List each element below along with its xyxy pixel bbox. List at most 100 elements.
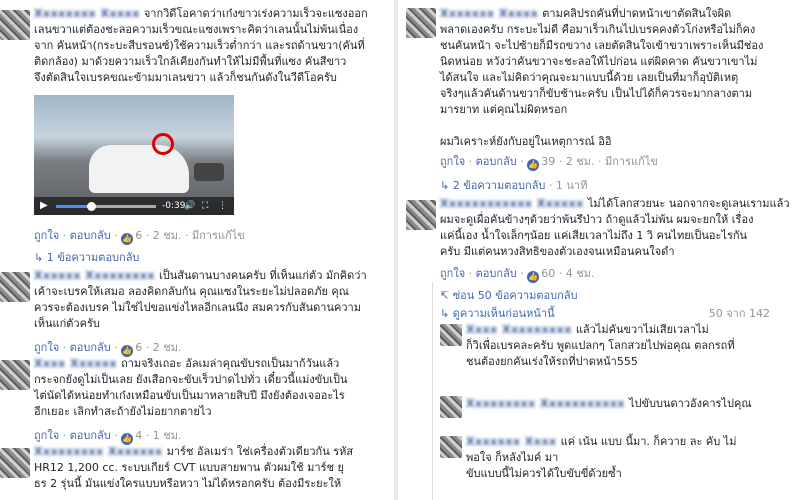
comment-author[interactable]: Xxxxxx Xxxxxxxxx	[34, 268, 155, 284]
like-link[interactable]: ถูกใจ	[34, 229, 59, 242]
comment-author[interactable]: Xxxxxxxxxxxx Xxxxxx	[440, 196, 584, 212]
comment-author[interactable]: Xxxxxxx Xxxxx	[440, 6, 538, 22]
comment-text-line: แค่นี้เอง น้ำใจเล็กๆน้อย แค่เสียเวลาไม่ถ…	[440, 229, 748, 242]
comment-text-line: กระจกยังดูไม่เป็นเลย ยังเสือกจะขับเร็วปา…	[34, 373, 348, 386]
comment-time[interactable]: 2 ชม.	[153, 229, 182, 242]
reply-text-line: แค่ เน้น แบบ นี้มา. ก็ควาย ละ คับ ไม่	[560, 435, 737, 448]
volume-icon[interactable]: 🔊	[184, 197, 195, 215]
reply-link[interactable]: ตอบกลับ	[476, 267, 517, 280]
like-icon: 👍	[527, 271, 540, 283]
video-player[interactable]: ▶ -0:39 🔊 ⛶ ⋮	[34, 95, 234, 215]
avatar[interactable]	[440, 396, 462, 418]
comment-author[interactable]: Xxxxxxxxx Xxxxxxx	[34, 444, 163, 460]
edited-label[interactable]: มีการแก้ไข	[192, 229, 245, 242]
comment-text-line: เค้าจะเบรคให้เสมอ ลองคิดกลับกัน คุณแซงใน…	[34, 285, 349, 298]
like-count[interactable]: 60	[541, 267, 555, 280]
hide-replies-link[interactable]: ↸ ซ่อน 50 ข้อความตอบกลับ	[440, 286, 578, 304]
comment-time[interactable]: 1 ชม.	[153, 429, 182, 442]
reply-thread-line	[432, 282, 433, 500]
avatar[interactable]	[406, 200, 436, 230]
comment-text-line: ได้สนใจ และไม่คิดว่าคุณจะมาแบบนี้ด้วย เล…	[440, 71, 739, 84]
comment-time[interactable]: 2 ชม.	[566, 155, 595, 168]
comment-text-line: จริงๆแล้วคันด้านขวาก็ขับช้านะครับ เป็นไป…	[440, 87, 753, 100]
like-link[interactable]: ถูกใจ	[34, 429, 59, 442]
comment-text-line: อีกเยอะ เลิกทำสะถ้ายังไม่อยากตายไว	[34, 405, 212, 418]
reply-time: 1 นาที	[555, 179, 588, 192]
collapse-arrow-icon: ↸	[440, 289, 450, 302]
video-controls: ▶ -0:39 🔊 ⛶ ⋮	[34, 197, 234, 215]
comment-text-line: ตามคลิปรถคันที่ปาดหน้าเขาตัดสินใจผิด	[542, 7, 732, 20]
comment-text-line: ถามจริงเถอะ อัลเมล่าคุณขับรถเป็นมาก้วันแ…	[121, 357, 340, 370]
avatar[interactable]	[0, 10, 30, 40]
video-frame-car	[89, 145, 189, 193]
avatar[interactable]	[440, 436, 462, 458]
reply-link[interactable]: ตอบกลับ	[70, 229, 111, 242]
comment-text-line: ควรจะต้องเบรค ไม่ใช่ไปขอแข่งไหลอีกเลนนึง…	[34, 301, 361, 314]
comment-actions: ถูกใจ · ตอบกลับ · 👍 39 · 2 ชม. · มีการแก้…	[440, 155, 658, 171]
video-progress-track[interactable]	[56, 202, 156, 211]
comment-text-line: ติดกล้อง) มาด้วยความเร็วใกล้เคียงกันทำให…	[34, 55, 347, 68]
reply-text-line: ชนต้องยกคันเร่งให้รถที่ปาดหน้า555	[466, 355, 638, 368]
comment-text-line: มาร์ช อัลเมร่า ใช่เครื่องตัวเดียวกัน รหั…	[166, 445, 354, 458]
comment-text-line: มารยาท แต่คุณไม่ผิดหรอก	[440, 103, 568, 116]
fullscreen-icon[interactable]: ⛶	[202, 197, 208, 215]
comment-text-line: ครับ มีแต่คนหวงสิทธิของตัวเองจนเหมือนคนใ…	[440, 245, 675, 258]
comment-text-line: จากวิดีโอคาดว่าเก๋งขาวเร่งความเร็วจะแซงอ…	[143, 7, 368, 20]
video-progress-fill	[56, 205, 91, 208]
avatar[interactable]	[406, 8, 436, 38]
like-link[interactable]: ถูกใจ	[34, 341, 59, 354]
comment-actions: ถูกใจ · ตอบกลับ · 👍 6 · 2 ชม. · มีการแก้ไ…	[34, 229, 245, 245]
comment-text-line: เห็นแก่ตัวครับ	[34, 317, 100, 330]
reply-author[interactable]: Xxxx Xxxxxxxxx	[466, 322, 572, 338]
like-count[interactable]: 4	[135, 429, 142, 442]
reply-text-line: ไปขับบนดาวอังคารไปคุณ	[629, 397, 752, 410]
comment-text-line: นิดหน่อย หวังว่าคันขวาจะชะลอให้ไปก่อน แต…	[440, 55, 758, 68]
video-frame-marker	[152, 133, 174, 155]
reply-link[interactable]: ตอบกลับ	[70, 341, 111, 354]
view-replies-link[interactable]: ↳ 2 ข้อความตอบกลับ · 1 นาที	[440, 176, 587, 194]
comment-text-line: พลาดเองครับ กระบะไม่ดี คือมาเร็วเกินไปเบ…	[440, 23, 756, 36]
more-options-icon[interactable]: ⋮	[218, 197, 227, 215]
avatar[interactable]	[0, 360, 30, 390]
like-icon: 👍	[527, 159, 540, 171]
comment-text-line: ไม่ได้โลกสวยนะ นอกจากจะดูเลนเรามแล้ว	[587, 197, 790, 210]
like-count[interactable]: 6	[135, 229, 142, 242]
comment-time[interactable]: 2 ชม.	[153, 341, 182, 354]
avatar[interactable]	[0, 272, 30, 302]
play-icon[interactable]: ▶	[40, 197, 48, 215]
avatar[interactable]	[440, 324, 462, 346]
reply-link[interactable]: ตอบกลับ	[476, 155, 517, 168]
left-comment-column: Xxxxxxxx Xxxxx จากวิดีโอคาดว่าเก๋งขาวเร่ง…	[0, 0, 394, 500]
reply-counter: 50 จาก 142	[708, 307, 770, 320]
comment-time[interactable]: 4 ชม.	[566, 267, 595, 280]
video-frame-truck	[194, 163, 224, 181]
reply-text-line: ก็วิเพื่อเบรคละครับ พูดแปลกๆ โลกสวยไปพ่อ…	[466, 339, 735, 352]
comment-text-line: เป็นสันดานบางคนครับ ที่เห็นแก่ตัว มักคิด…	[159, 269, 367, 282]
avatar[interactable]	[0, 448, 30, 478]
comment-text-line: เลนขวาแต่ต้องชะลอความเร็วขณะแซงเพราะคิดว…	[34, 23, 359, 36]
reply-author[interactable]: Xxxxxxx Xxxx	[466, 434, 557, 450]
comment-text-line: ชนคันหน้า จะไปซ้ายก็มีรถขวาง เลยตัดสินใจ…	[440, 39, 764, 52]
comment-text-line: HR12 1,200 cc. ระบบเกียร์ CVT แบบสายพาน …	[34, 461, 344, 474]
view-previous-link[interactable]: ↳ ดูความเห็นก่อนหน้านี้	[440, 307, 555, 320]
reply-link[interactable]: ตอบกลับ	[70, 429, 111, 442]
comment-actions: ถูกใจ · ตอบกลับ · 👍 4 · 1 ชม.	[34, 429, 182, 445]
reply-arrow-icon: ↳	[34, 251, 44, 264]
video-scrubber[interactable]	[87, 202, 96, 211]
view-previous-row: ↳ ดูความเห็นก่อนหน้านี้ 50 จาก 142	[440, 304, 770, 322]
like-count[interactable]: 6	[135, 341, 142, 354]
comment-author[interactable]: Xxxx Xxxxxx	[34, 356, 117, 372]
like-count[interactable]: 39	[541, 155, 555, 168]
comment-author[interactable]: Xxxxxxxx Xxxxx	[34, 6, 140, 22]
view-replies-link[interactable]: ↳ 1 ข้อความตอบกลับ	[34, 248, 139, 266]
reply-text-line: พอใจ ก็หลังไมค์ มา	[466, 451, 559, 464]
reply-text-line: ขับแบบนี้ไม่ควรได้ใบขับขี่ด้วยซ้ำ	[466, 467, 622, 480]
edited-label[interactable]: มีการแก้ไข	[605, 155, 658, 168]
like-link[interactable]: ถูกใจ	[440, 267, 465, 280]
video-time: -0:39	[162, 201, 186, 211]
comment-actions: ถูกใจ · ตอบกลับ · 👍 6 · 2 ชม.	[34, 341, 182, 357]
comment-text-line	[440, 118, 796, 134]
reply-text-line: แล้วไม่คันขวาไม่เสียเวลาไม่	[575, 323, 709, 336]
reply-author[interactable]: Xxxxxxxxx Xxxxxxxxxxx	[466, 396, 625, 412]
like-link[interactable]: ถูกใจ	[440, 155, 465, 168]
